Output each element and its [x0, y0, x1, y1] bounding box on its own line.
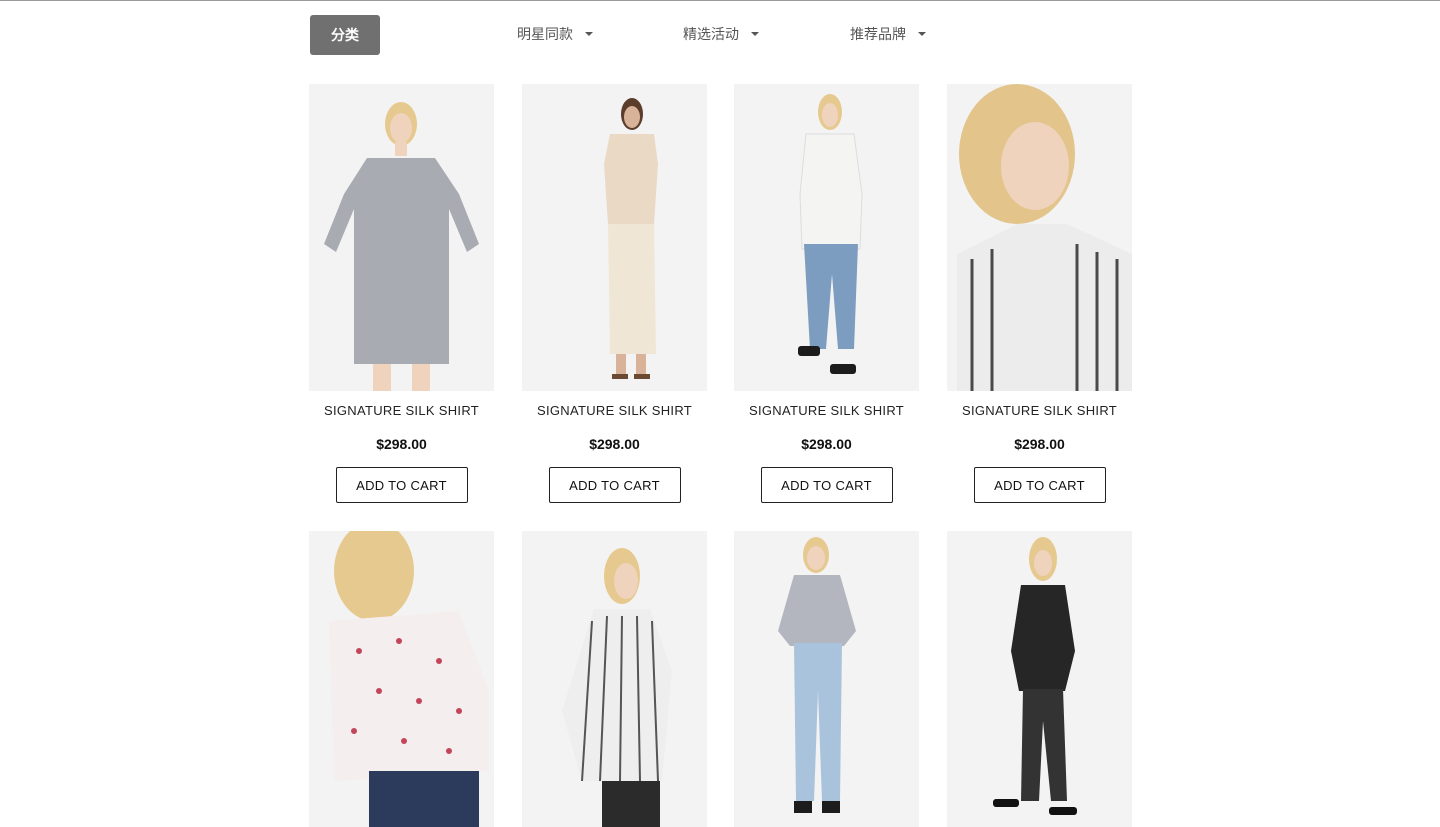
product-card: SIGNATURE SILK SHIRT $298.00 ADD TO CART: [522, 84, 707, 503]
add-to-cart-button[interactable]: ADD TO CART: [973, 467, 1106, 503]
product-card: [522, 531, 707, 827]
garment-top: [778, 575, 856, 646]
garment-bottom: [602, 781, 660, 827]
dropdown-label: 明星同款: [517, 26, 573, 42]
add-to-cart-button[interactable]: ADD TO CART: [335, 467, 468, 503]
product-image[interactable]: [522, 531, 707, 827]
garment-bottom: [369, 771, 479, 827]
product-card: SIGNATURE SILK SHIRT $298.00 ADD TO CART: [734, 84, 919, 503]
chevron-down-icon: [918, 32, 926, 36]
garment-top: [799, 133, 863, 250]
product-image[interactable]: [947, 84, 1132, 391]
recommended-brands-dropdown[interactable]: 推荐品牌: [850, 24, 926, 44]
garment-top: [604, 134, 658, 224]
chevron-down-icon: [751, 32, 759, 36]
add-to-cart-button[interactable]: ADD TO CART: [760, 467, 893, 503]
garment-top: [957, 224, 1132, 391]
product-card: SIGNATURE SILK SHIRT $298.00 ADD TO CART: [309, 84, 494, 503]
garment-top: [329, 611, 489, 781]
product-image[interactable]: [522, 84, 707, 391]
garment-top: [1011, 585, 1075, 691]
garment-bottom: [608, 224, 656, 354]
category-button[interactable]: 分类: [310, 15, 380, 55]
filter-toolbar: 分类 明星同款 精选活动 推荐品牌: [0, 0, 1440, 70]
garment-top: [324, 158, 479, 364]
product-image[interactable]: [309, 531, 494, 827]
product-image[interactable]: [309, 84, 494, 391]
product-name[interactable]: SIGNATURE SILK SHIRT: [309, 403, 494, 419]
product-image[interactable]: [947, 531, 1132, 827]
product-price: $298.00: [801, 436, 852, 452]
garment-bottom: [804, 244, 858, 349]
product-name[interactable]: SIGNATURE SILK SHIRT: [947, 403, 1132, 419]
product-card: [734, 531, 919, 827]
featured-events-dropdown[interactable]: 精选活动: [683, 24, 759, 44]
dropdown-label: 精选活动: [683, 26, 739, 42]
add-to-cart-button[interactable]: ADD TO CART: [548, 467, 681, 503]
dropdown-label: 推荐品牌: [850, 26, 906, 42]
garment-bottom: [794, 643, 842, 801]
chevron-down-icon: [585, 32, 593, 36]
product-price: $298.00: [1014, 436, 1065, 452]
product-name[interactable]: SIGNATURE SILK SHIRT: [734, 403, 919, 419]
product-card: [309, 531, 494, 827]
product-price: $298.00: [589, 436, 640, 452]
product-price: $298.00: [376, 436, 427, 452]
garment-bottom: [1021, 689, 1067, 801]
product-name[interactable]: SIGNATURE SILK SHIRT: [522, 403, 707, 419]
product-card: [947, 531, 1132, 827]
celebrity-style-dropdown[interactable]: 明星同款: [517, 24, 593, 44]
product-image[interactable]: [734, 531, 919, 827]
product-card: SIGNATURE SILK SHIRT $298.00 ADD TO CART: [947, 84, 1132, 503]
product-image[interactable]: [734, 84, 919, 391]
